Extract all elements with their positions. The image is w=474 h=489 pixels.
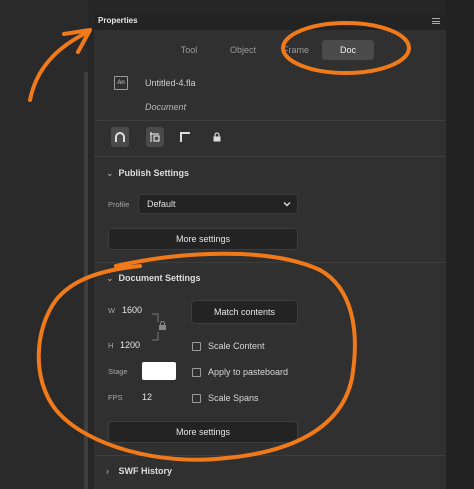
profile-value: Default [147,199,176,209]
profile-label: Profile [108,200,130,209]
snap-to-grid-button[interactable] [146,127,164,147]
divider [94,120,446,121]
tab-tool[interactable]: Tool [172,40,206,60]
document-settings-label: Document Settings [118,273,201,283]
scrollbar[interactable] [84,72,88,489]
left-panel-strip [0,0,88,489]
scale-spans-label: Scale Spans [208,393,259,403]
scale-spans-checkbox[interactable] [192,394,201,403]
match-contents-button[interactable]: Match contents [191,300,298,324]
panel-titlebar [94,14,446,30]
tab-object[interactable]: Object [222,40,264,60]
document-settings-header[interactable]: ⌄ Document Settings [106,273,201,284]
lock-icon [213,132,221,142]
right-panel-strip [446,0,474,489]
magnet-button[interactable] [111,127,129,147]
height-label: H [108,341,114,350]
scale-content-checkbox[interactable] [192,342,201,351]
document-more-settings-button[interactable]: More settings [108,421,298,443]
stage-label: Stage [108,367,128,376]
publish-settings-header[interactable]: ⌄ Publish Settings [106,168,189,179]
link-dimensions-icon[interactable] [150,312,170,342]
corner-icon [180,132,190,142]
chevron-down-icon: ⌄ [106,168,114,178]
animate-file-icon: An [114,76,128,90]
width-label: W [108,306,116,315]
stage-color-swatch[interactable] [142,362,176,380]
magnet-icon [115,132,125,142]
width-input[interactable]: 1600 [122,305,142,315]
chevron-right-icon: › [106,466,109,476]
file-name: Untitled-4.fla [145,78,196,88]
chevron-down-icon [283,202,291,207]
publish-settings-label: Publish Settings [118,168,190,178]
divider [94,455,446,456]
hamburger-icon[interactable] [432,18,440,24]
panel-title: Properties [98,16,138,25]
apply-to-pasteboard-checkbox[interactable] [192,368,201,377]
swf-history-header[interactable]: › SWF History [106,466,172,476]
profile-select[interactable]: Default [138,194,298,214]
divider [94,262,446,263]
swf-history-label: SWF History [118,466,173,476]
tab-doc[interactable]: Doc [322,40,374,60]
fps-input[interactable]: 12 [142,392,152,402]
chevron-down-icon: ⌄ [106,273,114,283]
publish-more-settings-button[interactable]: More settings [108,228,298,250]
scale-content-label: Scale Content [208,341,265,351]
fps-label: FPS [108,393,123,402]
tab-frame[interactable]: Frame [278,40,314,60]
lock-button[interactable] [208,127,226,147]
height-input[interactable]: 1200 [120,340,140,350]
file-type: Document [145,102,187,112]
apply-to-pasteboard-label: Apply to pasteboard [208,367,289,377]
corner-button[interactable] [176,127,194,147]
snap-to-grid-icon [150,132,160,142]
divider [94,156,446,157]
